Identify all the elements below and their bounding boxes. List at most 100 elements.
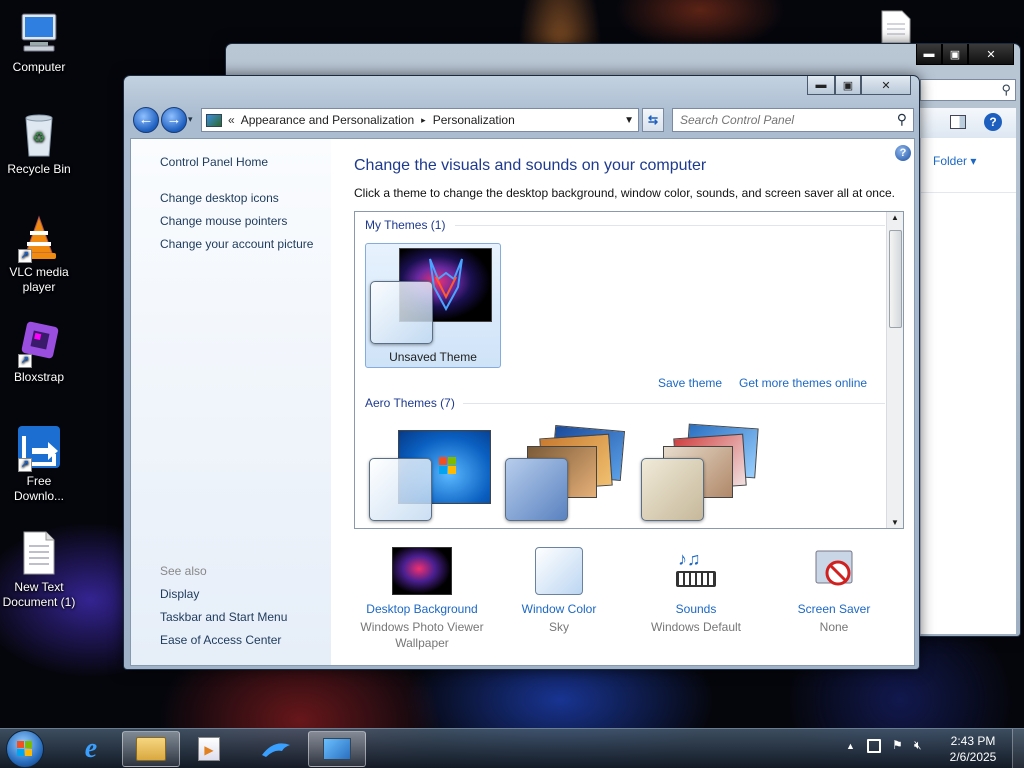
taskbar-media-player[interactable]: ▶ <box>180 731 238 767</box>
breadcrumb-personalization[interactable]: Personalization <box>433 113 515 127</box>
desktop-icon-vlc[interactable]: ↗ VLC media player <box>0 215 78 295</box>
change-mouse-pointers-link[interactable]: Change mouse pointers <box>160 214 287 228</box>
help-button[interactable]: ? <box>895 145 911 161</box>
page-title: Change the visuals and sounds on your co… <box>354 157 707 174</box>
maximize-button[interactable]: ▣ <box>942 44 968 65</box>
theme-list-scrollbar[interactable]: ▲ ▼ <box>886 212 903 528</box>
control-panel-home-link[interactable]: Control Panel Home <box>160 155 268 169</box>
sounds-setting[interactable]: ♪♫ Sounds Windows Default <box>628 547 764 635</box>
window-color-link[interactable]: Window Color <box>491 599 627 619</box>
change-desktop-icons-link[interactable]: Change desktop icons <box>160 191 279 205</box>
desktop-icon-label: Recycle Bin <box>7 162 71 176</box>
desktop-background-value: Windows Photo Viewer Wallpaper <box>360 620 484 650</box>
desktop-icon-free-download-manager[interactable]: ↗ Free Downlo... <box>0 424 78 504</box>
desktop-icon-label: New Text Document (1) <box>2 580 76 609</box>
taskbar-windows-explorer[interactable] <box>122 731 180 767</box>
screen-saver-link[interactable]: Screen Saver <box>766 599 902 619</box>
folder-menu[interactable]: Folder ▾ <box>933 154 976 168</box>
clock[interactable]: 2:43 PM 2/6/2025 <box>942 733 1004 765</box>
back-content: Folder ▾ <box>920 138 1016 634</box>
sounds-value: Windows Default <box>650 620 742 634</box>
caption-buttons: ▬ ▣ ✕ <box>807 76 911 95</box>
taskbar-control-panel[interactable] <box>308 731 366 767</box>
desktop-icon-label: VLC media player <box>9 265 69 294</box>
scroll-down-arrow-icon[interactable]: ▼ <box>891 518 899 527</box>
window-color-swatch <box>369 458 432 521</box>
shortcut-arrow-icon: ↗ <box>18 354 32 368</box>
control-panel-icon <box>206 113 222 127</box>
theme-tile-characters[interactable] <box>637 423 773 524</box>
help-icon[interactable]: ? <box>984 113 1002 131</box>
desktop-icon-recycle-bin[interactable]: ♻ Recycle Bin <box>0 112 78 177</box>
dolphin-icon <box>262 743 290 757</box>
refresh-button[interactable]: ⇆ <box>642 108 664 132</box>
divider <box>455 225 885 226</box>
aero-themes-heading: Aero Themes (7) <box>365 396 455 410</box>
theme-tile-unsaved[interactable]: Unsaved Theme <box>365 243 501 368</box>
maximize-icon: ▣ <box>842 79 854 92</box>
theme-list[interactable]: My Themes (1) Unsaved Theme Save theme G… <box>354 211 904 529</box>
maximize-button[interactable]: ▣ <box>835 76 861 95</box>
volume-muted-icon[interactable]: 🔇︎ <box>914 738 922 753</box>
close-button[interactable]: ✕ <box>968 44 1014 65</box>
theme-tile-windows7[interactable] <box>365 424 501 524</box>
breadcrumb-appearance-and-personalization[interactable]: Appearance and Personalization <box>241 113 414 127</box>
network-icon[interactable] <box>867 739 881 753</box>
show-hidden-icons-button[interactable]: ▲ <box>846 741 855 751</box>
bloxstrap-icon: ↗ <box>16 320 62 368</box>
sounds-link[interactable]: Sounds <box>628 599 764 619</box>
scrollbar-thumb[interactable] <box>889 230 902 328</box>
breadcrumb-overflow[interactable]: « <box>228 113 235 127</box>
breadcrumb-separator[interactable]: ▸ <box>421 115 426 126</box>
svg-text:♪♫: ♪♫ <box>678 549 701 569</box>
screen-saver-value: None <box>819 620 849 634</box>
search-box[interactable]: ⚲ <box>672 108 914 132</box>
desktop-icon-computer[interactable]: Computer <box>0 10 78 75</box>
forward-button[interactable]: → <box>161 107 187 133</box>
preview-pane-icon[interactable] <box>950 115 966 129</box>
taskbar-dolphin-app[interactable] <box>248 731 306 767</box>
close-button[interactable]: ✕ <box>861 76 911 95</box>
theme-tile-architecture[interactable] <box>501 424 637 524</box>
change-account-picture-link[interactable]: Change your account picture <box>160 237 313 251</box>
address-bar[interactable]: « Appearance and Personalization ▸ Perso… <box>201 108 639 132</box>
screen-saver-setting[interactable]: Screen Saver None <box>766 547 902 635</box>
window-color-icon <box>535 547 583 595</box>
personalization-window[interactable]: ▬ ▣ ✕ ← → ▾ « Appearance and Personaliza… <box>123 75 920 670</box>
back-search-box[interactable]: ⚲ <box>920 79 1016 101</box>
minimize-button[interactable]: ▬ <box>807 76 835 95</box>
desktop-background-link[interactable]: Desktop Background <box>354 599 490 619</box>
window-color-swatch <box>505 458 568 521</box>
desktop-background-setting[interactable]: Desktop Background Windows Photo Viewer … <box>354 547 490 651</box>
main-pane: ? Change the visuals and sounds on your … <box>331 139 914 665</box>
address-dropdown-icon[interactable]: ▼ <box>624 115 634 126</box>
page-subtitle: Click a theme to change the desktop back… <box>354 186 895 200</box>
minimize-icon: ▬ <box>815 79 827 91</box>
start-button[interactable] <box>6 730 44 768</box>
internet-explorer-icon: e <box>84 733 98 764</box>
desktop-icon-bloxstrap[interactable]: ↗ Bloxstrap <box>0 320 78 385</box>
screen-saver-icon <box>810 547 858 595</box>
desktop-icon-label: Computer <box>12 60 66 74</box>
close-icon: ✕ <box>986 48 996 61</box>
recent-pages-dropdown[interactable]: ▾ <box>188 114 193 125</box>
ease-of-access-center-link[interactable]: Ease of Access Center <box>160 633 281 647</box>
save-theme-link[interactable]: Save theme <box>658 376 722 390</box>
minimize-button[interactable]: ▬ <box>916 44 942 65</box>
taskbar-internet-explorer[interactable]: e <box>62 731 120 767</box>
display-link[interactable]: Display <box>160 587 199 601</box>
show-desktop-button[interactable] <box>1012 729 1024 768</box>
scroll-up-arrow-icon[interactable]: ▲ <box>891 213 899 222</box>
window-color-setting[interactable]: Window Color Sky <box>491 547 627 635</box>
desktop-icon-new-text-document[interactable]: New Text Document (1) <box>0 530 78 610</box>
search-input[interactable] <box>680 113 892 127</box>
desktop-file-icon-partial[interactable] <box>880 10 912 44</box>
svg-text:♻: ♻ <box>33 129 46 145</box>
back-button[interactable]: ← <box>133 107 159 133</box>
action-center-flag-icon[interactable]: ⚑ <box>892 738 903 752</box>
search-icon[interactable]: ⚲ <box>897 111 907 128</box>
close-icon: ✕ <box>881 79 891 92</box>
left-navigation-pane: Control Panel Home Change desktop icons … <box>131 139 331 665</box>
taskbar-start-menu-link[interactable]: Taskbar and Start Menu <box>160 610 287 624</box>
get-more-themes-link[interactable]: Get more themes online <box>739 376 867 390</box>
